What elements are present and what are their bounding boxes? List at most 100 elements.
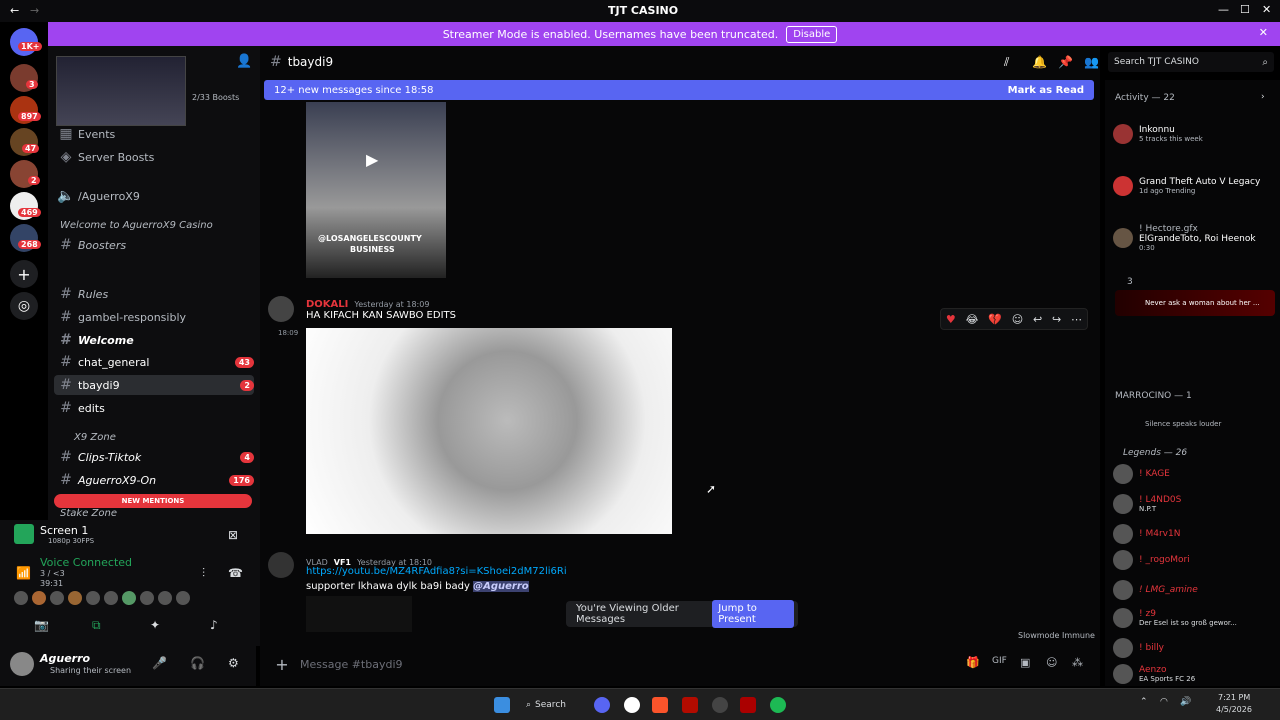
back-arrow-icon[interactable]: ←	[10, 4, 19, 17]
broken-heart-icon[interactable]: 💔	[988, 313, 1002, 326]
member-row[interactable]: ! LMG_amine	[1113, 578, 1278, 602]
gift-icon[interactable]: 🎁	[966, 656, 980, 669]
member-row[interactable]: Inkonnu 5 tracks this week	[1113, 122, 1278, 146]
microphone-icon[interactable]: 🎤	[152, 656, 167, 670]
pin-icon[interactable]: 📌	[1058, 55, 1073, 69]
member-row[interactable]: Grand Theft Auto V Legacy 1d ago Trending	[1113, 174, 1278, 198]
member-row[interactable]: ! _rogoMori	[1113, 548, 1278, 572]
notification-bell-icon[interactable]: 🔔	[1032, 55, 1047, 69]
screen-share-toggle-icon[interactable]: ⧉	[92, 618, 101, 633]
maximize-icon[interactable]: ☐	[1240, 3, 1250, 16]
github-icon[interactable]	[624, 697, 640, 713]
avatar[interactable]	[140, 591, 154, 605]
apps-icon[interactable]: ⁂	[1072, 656, 1083, 669]
add-reaction-icon[interactable]: ☺	[1012, 313, 1023, 326]
user-mention[interactable]: @Aguerro	[473, 581, 529, 592]
avatar[interactable]	[32, 591, 46, 605]
taskbar-search[interactable]: ⌕ Search	[526, 695, 576, 715]
sticker-icon[interactable]: ▣	[1020, 656, 1030, 669]
sidebar-item-server-boosts[interactable]: ◈ Server Boosts	[54, 147, 254, 167]
app-icon[interactable]	[740, 697, 756, 713]
attach-plus-icon[interactable]: +	[264, 655, 300, 674]
member-row[interactable]: ! L4ND0S N.P.T	[1113, 492, 1278, 516]
heart-reaction-icon[interactable]: ♥	[946, 313, 956, 326]
add-server-icon[interactable]: +	[10, 260, 38, 288]
member-list-icon[interactable]: 👥	[1084, 55, 1099, 69]
mark-as-read-button[interactable]: Mark as Read	[1008, 85, 1084, 96]
channel-edits[interactable]: # edits	[54, 398, 254, 418]
soundboard-icon[interactable]: ♪	[210, 618, 218, 632]
channel-boosters[interactable]: # Boosters	[54, 235, 254, 255]
obs-icon[interactable]	[712, 697, 728, 713]
more-icon[interactable]: ⋯	[1071, 313, 1082, 326]
brave-icon[interactable]	[652, 697, 668, 713]
avatar[interactable]	[68, 591, 82, 605]
volume-icon[interactable]: 🔊	[1180, 697, 1191, 707]
laugh-reaction-icon[interactable]: 😂	[966, 313, 979, 326]
sidebar-item-events[interactable]: ▦ Events	[54, 124, 254, 144]
noise-suppression-icon[interactable]: ⫶	[202, 566, 205, 581]
new-messages-bar[interactable]: 12+ new messages since 18:58 Mark as Rea…	[264, 80, 1094, 100]
search-input[interactable]: Search TJT CASINO	[1114, 57, 1199, 67]
wifi-icon[interactable]: ◠	[1160, 697, 1168, 707]
play-icon[interactable]: ▶	[366, 150, 378, 169]
member-row[interactable]: ! M4rv1N	[1113, 522, 1278, 546]
gif-icon[interactable]: GIF	[992, 656, 1007, 666]
camera-off-icon[interactable]: 📷	[34, 618, 49, 632]
category-stake-zone[interactable]: Stake Zone	[60, 508, 117, 519]
member-row[interactable]: Never ask a woman about her ...	[1115, 290, 1275, 316]
minimize-icon[interactable]: —	[1218, 3, 1229, 16]
avatar[interactable]	[268, 296, 294, 322]
avatar[interactable]	[50, 591, 64, 605]
add-member-icon[interactable]: 👤	[236, 54, 252, 69]
channel-tbaydi9[interactable]: # tbaydi9 2	[54, 375, 254, 395]
channel-aguerrox9-on[interactable]: # AguerroX9-On 176	[54, 470, 254, 490]
avatar[interactable]	[14, 591, 28, 605]
message-author[interactable]: DOKALI	[306, 299, 348, 310]
disconnect-icon[interactable]: ☎	[228, 566, 243, 580]
settings-gear-icon[interactable]: ⚙	[228, 656, 239, 670]
chevron-right-icon[interactable]: ›	[1261, 92, 1265, 102]
chevron-up-icon[interactable]: ⌃	[1140, 697, 1148, 707]
acrobat-icon[interactable]	[682, 697, 698, 713]
sidebar-item-voice[interactable]: 🔈/AguerroX9	[54, 186, 254, 206]
headphones-icon[interactable]: 🎧	[190, 656, 205, 670]
avatar[interactable]	[176, 591, 190, 605]
category-welcome[interactable]: Welcome to AguerroX9 Casino	[60, 220, 213, 231]
member-row[interactable]: ! KAGE	[1113, 462, 1278, 486]
member-row[interactable]: ! billy	[1113, 636, 1278, 660]
channel-gambel-responsibly[interactable]: # gambel-responsibly	[54, 307, 254, 327]
video-embed[interactable]: ▶ @LOSANGELESCOUNTY BUSINESS	[306, 102, 446, 278]
clock-time[interactable]: 7:21 PM	[1218, 693, 1250, 702]
member-row[interactable]: ! Hectore.gfx ElGrandeToto, Roi Heenok 0:3…	[1113, 224, 1278, 252]
close-banner-icon[interactable]: ✕	[1259, 26, 1268, 39]
avatar[interactable]	[86, 591, 100, 605]
reply-icon[interactable]: ↩	[1033, 313, 1042, 326]
start-icon[interactable]	[494, 697, 510, 713]
explore-icon[interactable]: ◎	[10, 292, 38, 320]
category-x9-zone[interactable]: X9 Zone	[74, 432, 116, 443]
activities-icon[interactable]: ✦	[150, 618, 160, 632]
message-composer[interactable]: + Message #tbaydi9 🎁 GIF ▣ ☺ ⁂	[264, 650, 1096, 678]
message-input[interactable]: Message #tbaydi9	[300, 658, 403, 671]
username[interactable]: Aguerro	[40, 652, 90, 665]
forward-icon[interactable]: ↪	[1052, 313, 1061, 326]
channel-chat-general[interactable]: # chat_general 43	[54, 352, 254, 372]
avatar[interactable]	[10, 652, 34, 676]
channel-welcome[interactable]: # Welcome	[54, 330, 254, 350]
discord-icon[interactable]	[594, 697, 610, 713]
forward-arrow-icon[interactable]: →	[30, 4, 39, 17]
close-window-icon[interactable]: ✕	[1262, 3, 1271, 16]
threads-icon[interactable]: ⫽	[1004, 55, 1009, 70]
search-icon[interactable]: ⌕	[1262, 57, 1268, 68]
link-embed[interactable]	[306, 596, 412, 632]
member-row[interactable]: ! z9 Der Esel ist so groß gewor...	[1113, 606, 1278, 630]
message-link[interactable]: https://youtu.be/MZ4RFAdfia8?si=KShoei2d…	[306, 566, 567, 577]
spotify-icon[interactable]	[770, 697, 786, 713]
new-mentions-pill[interactable]: NEW MENTIONS	[54, 494, 252, 508]
image-attachment[interactable]	[306, 328, 672, 534]
channel-rules[interactable]: # Rules	[54, 284, 254, 304]
clock-date[interactable]: 4/5/2026	[1216, 705, 1252, 714]
avatar[interactable]	[104, 591, 118, 605]
avatar[interactable]	[268, 552, 294, 578]
